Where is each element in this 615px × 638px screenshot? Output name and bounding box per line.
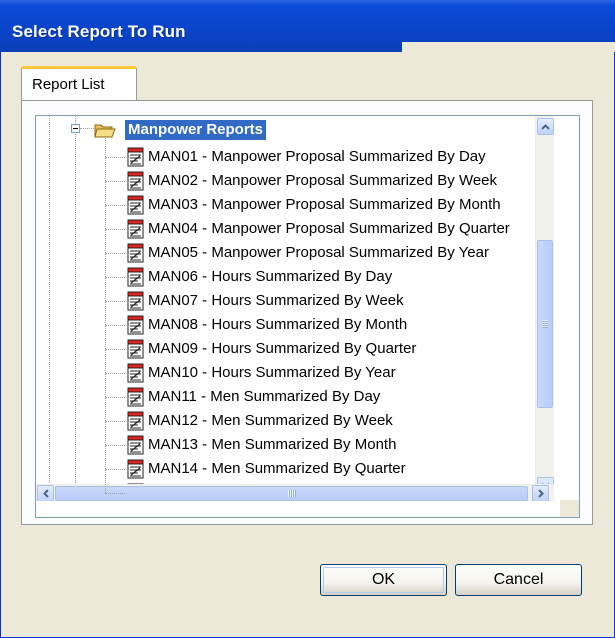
report-label: MAN03 - Manpower Proposal Summarized By …	[148, 196, 501, 213]
chevron-left-icon	[42, 489, 49, 498]
report-label: MAN05 - Manpower Proposal Summarized By …	[148, 244, 489, 261]
tree-guide-line	[49, 116, 50, 501]
tree-guide-line	[105, 421, 125, 422]
vertical-scrollbar[interactable]	[535, 116, 554, 501]
report-icon	[126, 459, 145, 479]
report-tree[interactable]: Manpower Reports MAN01 - Manpower Propos…	[35, 115, 580, 518]
report-label: MAN04 - Manpower Proposal Summarized By …	[148, 220, 510, 237]
tree-guide-line	[105, 493, 125, 494]
report-icon	[126, 147, 145, 167]
tree-guide-line	[105, 181, 125, 182]
folder-open-icon	[94, 122, 116, 138]
scroll-up-button[interactable]	[537, 118, 554, 135]
tree-guide-line	[105, 138, 106, 493]
report-icon	[126, 387, 145, 407]
tree-guide-line	[105, 157, 125, 158]
cancel-button[interactable]: Cancel	[455, 564, 582, 596]
report-label: MAN11 - Men Summarized By Day	[148, 388, 381, 405]
report-icon	[126, 411, 145, 431]
report-icon	[126, 219, 145, 239]
tree-guide-line	[105, 349, 125, 350]
select-report-dialog: Select Report To Run Report List Manpowe…	[0, 0, 615, 638]
scroll-right-button[interactable]	[532, 485, 549, 501]
tree-guide-line	[105, 229, 125, 230]
report-label: MAN09 - Hours Summarized By Quarter	[148, 340, 417, 357]
scroll-left-button[interactable]	[37, 485, 54, 501]
tree-content: Manpower Reports MAN01 - Manpower Propos…	[36, 116, 554, 501]
tree-guide-line	[105, 301, 125, 302]
report-label: MAN08 - Hours Summarized By Month	[148, 316, 408, 333]
report-label: MAN12 - Men Summarized By Week	[148, 412, 393, 429]
report-label: MAN13 - Men Summarized By Month	[148, 436, 397, 453]
collapse-toggle-icon[interactable]	[71, 124, 80, 133]
tree-guide-line	[105, 397, 125, 398]
report-icon	[126, 195, 145, 215]
report-icon	[126, 315, 145, 335]
report-icon	[126, 267, 145, 287]
vertical-scroll-thumb[interactable]	[537, 240, 553, 408]
cancel-button-label: Cancel	[493, 571, 544, 588]
tab-label: Report List	[32, 76, 105, 93]
report-label: MAN01 - Manpower Proposal Summarized By …	[148, 148, 486, 165]
ok-button[interactable]: OK	[320, 564, 447, 596]
grip-icon	[288, 490, 296, 497]
folder-label[interactable]: Manpower Reports	[125, 120, 267, 140]
chevron-up-icon	[541, 123, 550, 130]
report-icon	[126, 435, 145, 455]
tree-guide-line	[105, 205, 125, 206]
grip-icon	[543, 320, 548, 328]
window-title: Select Report To Run	[12, 22, 186, 41]
tree-guide-line	[105, 253, 125, 254]
scrollbar-corner	[560, 500, 579, 517]
report-icon	[126, 171, 145, 191]
report-label: MAN06 - Hours Summarized By Day	[148, 268, 393, 285]
report-icon	[126, 363, 145, 383]
report-icon	[126, 291, 145, 311]
report-label: MAN07 - Hours Summarized By Week	[148, 292, 404, 309]
chevron-right-icon	[537, 489, 544, 498]
tree-guide-line	[105, 469, 125, 470]
tree-guide-line	[105, 277, 125, 278]
report-label: MAN02 - Manpower Proposal Summarized By …	[148, 172, 498, 189]
report-label: MAN14 - Men Summarized By Quarter	[148, 460, 406, 477]
tree-guide-line	[105, 445, 125, 446]
tab-report-list[interactable]: Report List	[21, 66, 137, 101]
report-icon	[126, 243, 145, 263]
report-label: MAN10 - Hours Summarized By Year	[148, 364, 396, 381]
tree-guide-line	[105, 325, 125, 326]
tree-guide-line	[75, 116, 76, 501]
ok-button-label: OK	[371, 571, 396, 588]
report-icon	[126, 339, 145, 359]
horizontal-scroll-thumb[interactable]	[55, 486, 528, 501]
title-bar-edge	[402, 42, 615, 52]
tree-guide-line	[105, 373, 125, 374]
tree-guide-line	[80, 128, 94, 129]
